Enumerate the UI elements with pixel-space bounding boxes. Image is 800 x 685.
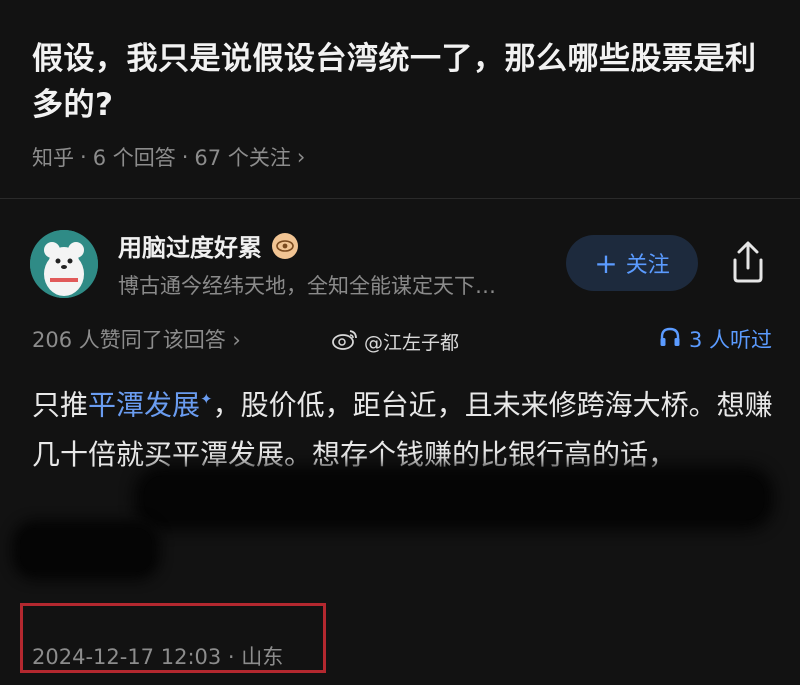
follower-count: 67 个关注 xyxy=(194,146,291,170)
divider xyxy=(0,198,800,199)
chevron-right-icon: › xyxy=(296,145,306,169)
weibo-icon xyxy=(332,328,358,355)
approval-count[interactable]: 206 人赞同了该回答 › xyxy=(32,324,241,354)
follow-button[interactable]: + 关注 xyxy=(566,235,698,291)
listeners[interactable]: 3 人听过 xyxy=(659,324,772,354)
answer-count: 6 个回答 xyxy=(92,146,176,170)
share-icon[interactable] xyxy=(728,240,768,284)
source-label: 知乎 xyxy=(32,146,74,170)
sparkle-icon: ✦ xyxy=(200,390,213,408)
plus-icon: + xyxy=(594,246,618,280)
eye-badge-icon xyxy=(272,232,298,259)
stats-row: 206 人赞同了该回答 › @江左子都 3 人听过 xyxy=(32,322,772,356)
author-name-row[interactable]: 用脑过度好累 xyxy=(118,228,298,263)
redaction-scribble xyxy=(20,528,152,572)
watermark-text: @江左子都 xyxy=(364,332,460,354)
timestamp-location: 2024-12-17 12:03 · 山东 xyxy=(32,645,284,669)
headphones-icon xyxy=(659,327,681,352)
answer-body: 只推平潭发展✦，股价低，距台近，且未来修跨海大桥。想赚几十倍就买平潭发展。想存个… xyxy=(32,374,782,480)
follow-label: 关注 xyxy=(625,253,670,278)
redaction-scribble xyxy=(144,476,764,520)
separator-dot: · xyxy=(80,145,87,169)
question-title[interactable]: 假设，我只是说假设台湾统一了，那么哪些股票是利多的? xyxy=(32,36,777,128)
answer-prefix: 只推 xyxy=(32,388,89,422)
weibo-watermark: @江左子都 xyxy=(332,328,459,355)
author-bio: 博古通今经纬天地，全知全能谋定天下… xyxy=(118,274,496,298)
stock-link[interactable]: 平潭发展 xyxy=(88,388,200,421)
question-meta[interactable]: 知乎 · 6 个回答 · 67 个关注 › xyxy=(32,142,305,172)
listeners-count: 3 人听过 xyxy=(688,328,772,352)
avatar[interactable] xyxy=(30,230,98,298)
author-name[interactable]: 用脑过度好累 xyxy=(118,228,262,263)
separator-dot: · xyxy=(181,145,189,169)
